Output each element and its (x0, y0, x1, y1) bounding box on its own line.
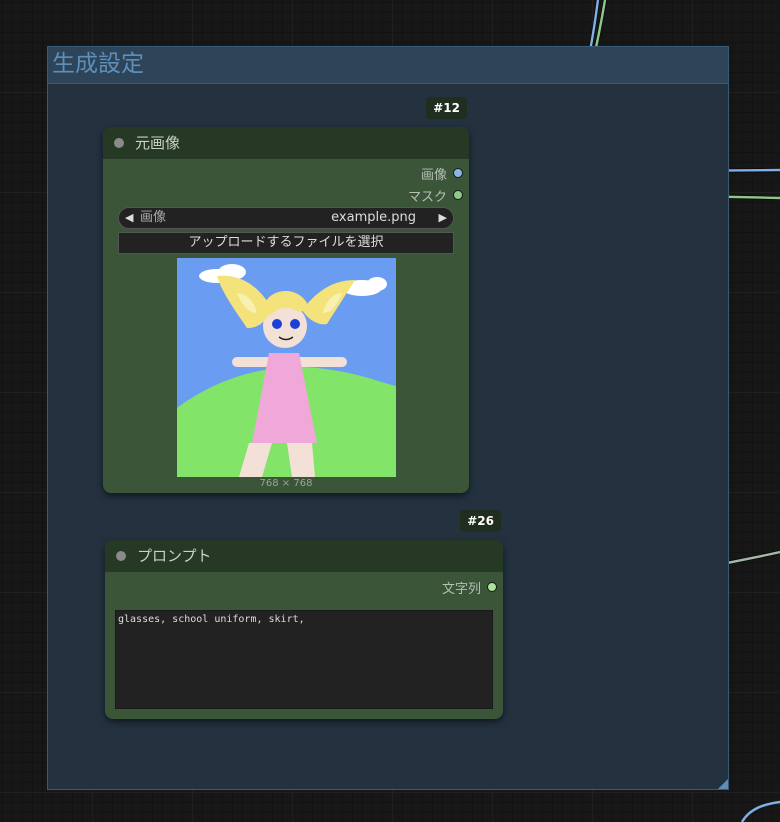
collapse-dot-icon[interactable] (116, 551, 126, 561)
output-string[interactable]: 文字列 (441, 578, 497, 597)
prompt-node[interactable]: #26 プロンプト 文字列 glasses, school uniform, s… (105, 510, 503, 719)
image-preview (177, 258, 396, 477)
output-port-image-icon[interactable] (453, 168, 463, 178)
output-port-string-icon[interactable] (487, 582, 497, 592)
output-label: 画像 (420, 167, 447, 183)
image-combo-widget[interactable]: ◀ 画像 example.png ▶ (118, 207, 454, 229)
output-label: マスク (407, 189, 447, 205)
offscreen-link-wire[interactable] (740, 800, 780, 822)
node-id-badge: #26 (460, 510, 501, 532)
upload-file-button[interactable]: アップロードするファイルを選択 (118, 232, 454, 254)
node-id-badge: #12 (426, 97, 467, 119)
combo-prev-arrow-icon[interactable]: ◀ (125, 208, 133, 228)
image-size-label: 768 × 768 (259, 478, 313, 489)
output-port-mask-icon[interactable] (453, 190, 463, 200)
group-resize-handle[interactable] (718, 779, 728, 789)
preview-drawing (177, 258, 396, 477)
node-title: 元画像 (135, 134, 181, 152)
combo-value[interactable]: example.png (331, 208, 416, 228)
output-label: 文字列 (441, 581, 481, 597)
output-image[interactable]: 画像 (420, 164, 463, 183)
prompt-textarea[interactable]: glasses, school uniform, skirt, (115, 610, 493, 709)
combo-next-arrow-icon[interactable]: ▶ (439, 208, 447, 228)
output-mask[interactable]: マスク (407, 186, 463, 205)
node-title-bar[interactable]: プロンプト (105, 540, 503, 572)
load-image-node[interactable]: #12 元画像 画像 マスク ◀ 画像 example.png ▶ アップロード… (103, 97, 469, 493)
collapse-dot-icon[interactable] (114, 138, 124, 148)
node-title-bar[interactable]: 元画像 (103, 127, 469, 159)
combo-label: 画像 (140, 210, 167, 225)
group-title[interactable]: 生成設定 (48, 47, 728, 84)
node-title: プロンプト (137, 547, 212, 565)
